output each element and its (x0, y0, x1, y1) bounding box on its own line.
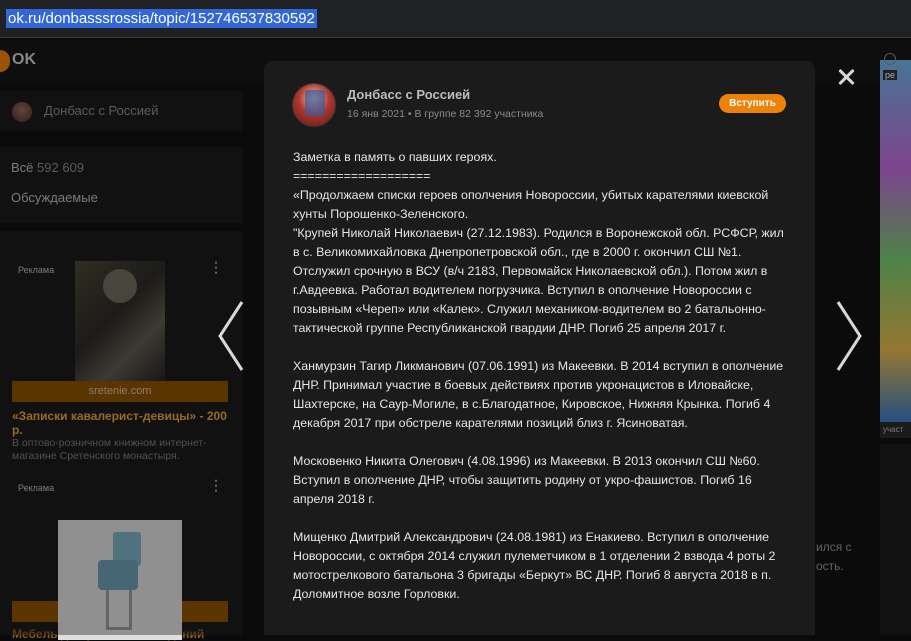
browser-address-bar[interactable]: ok.ru/donbasssrossia/topic/1527465378305… (0, 0, 911, 38)
post-paragraph: «Продолжаем списки героев ополчения Ново… (293, 188, 769, 221)
post-paragraph: Ханмурзин Тагир Ликманович (07.06.1991) … (293, 359, 784, 430)
topic-modal: Донбасс с Россией 16 янв 2021 • В группе… (264, 61, 815, 635)
post-date[interactable]: 16 янв 2021 (347, 108, 405, 120)
post-separator: =================== (293, 169, 431, 183)
post-paragraph: "Крупей Николай Николаевич (27.12.1983).… (293, 226, 784, 335)
chevron-right-icon[interactable] (828, 296, 868, 376)
post-paragraph: Московенко Никита Олегович (4.08.1996) и… (293, 454, 760, 506)
post-members: • В группе 82 392 участника (404, 108, 544, 120)
chevron-left-icon[interactable] (212, 296, 252, 376)
post-line: Заметка в память о павших героях. (293, 150, 497, 164)
post-body: Заметка в память о павших героях. ======… (293, 148, 789, 604)
group-avatar[interactable] (292, 83, 336, 127)
url-text[interactable]: ok.ru/donbasssrossia/topic/1527465378305… (6, 9, 317, 28)
post-paragraph: Мищенко Дмитрий Александрович (24.08.198… (293, 530, 776, 601)
join-button[interactable]: Вступить (719, 94, 786, 113)
post-group-name[interactable]: Донбасс с Россией (347, 87, 470, 102)
close-icon[interactable] (832, 63, 860, 91)
post-meta: 16 янв 2021 • В группе 82 392 участника (347, 108, 543, 120)
